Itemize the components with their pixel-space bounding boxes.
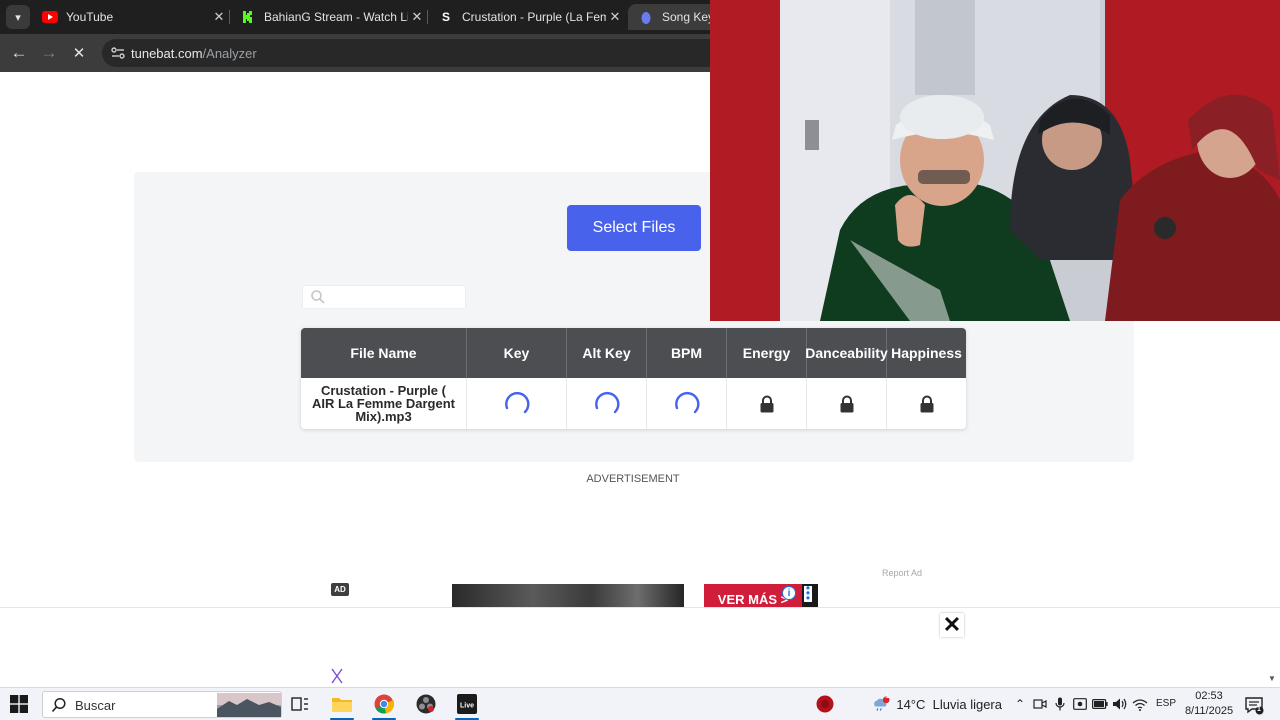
- forward-arrow-icon[interactable]: →: [38, 42, 60, 64]
- select-files-button[interactable]: Select Files: [567, 205, 701, 251]
- search-highlight-image: [217, 693, 281, 717]
- weather-widget[interactable]: 1 14°C Lluvia ligera: [872, 691, 1002, 715]
- tab-title: BahianG Stream - Watch Live on: [264, 10, 408, 24]
- loading-spinner-icon: [674, 391, 699, 413]
- analysis-table: File Name Key Alt Key BPM Energy Danceab…: [301, 328, 966, 429]
- danceability-cell: [807, 378, 887, 429]
- file-name-cell: Crustation - Purple ( AIR La Femme Darge…: [301, 378, 467, 429]
- lock-icon[interactable]: [919, 395, 935, 413]
- webcam-overlay: [710, 0, 1280, 321]
- weather-text: 14°C Lluvia ligera: [896, 696, 1002, 712]
- chrome-icon[interactable]: [373, 693, 395, 715]
- ad-info-icon[interactable]: i: [782, 586, 796, 600]
- windows-taskbar: Buscar Live 1 14°C Lluvia ligera ⌃ ESP 0…: [0, 687, 1280, 720]
- url-host: tunebat.com: [131, 46, 203, 61]
- file-explorer-icon[interactable]: [331, 693, 353, 715]
- column-header-alt-key[interactable]: Alt Key: [567, 328, 647, 378]
- column-header-file-name[interactable]: File Name: [301, 328, 467, 378]
- system-clock[interactable]: 02:53 8/11/2025: [1182, 689, 1236, 719]
- ableton-live-icon[interactable]: Live: [456, 693, 478, 715]
- youtube-icon: [42, 9, 58, 25]
- ad-banner[interactable]: VER MÁS > i • • •: [452, 584, 818, 608]
- lock-icon[interactable]: [839, 395, 855, 413]
- advertisement-label: ADVERTISEMENT: [586, 473, 680, 485]
- scroll-down-arrow-icon[interactable]: ▼: [1268, 674, 1276, 683]
- input-language[interactable]: ESP: [1156, 698, 1176, 709]
- volume-icon[interactable]: [1112, 696, 1128, 712]
- notification-center-icon[interactable]: 1: [1244, 695, 1264, 715]
- meet-now-icon[interactable]: [1032, 696, 1048, 712]
- tab-title: YouTube: [66, 10, 114, 24]
- url-path: /Analyzer: [202, 46, 257, 61]
- back-arrow-icon[interactable]: ←: [8, 42, 30, 64]
- task-view-icon[interactable]: [289, 693, 311, 715]
- webcam-image: [710, 0, 1280, 321]
- energy-cell: [727, 378, 807, 429]
- close-tab-icon[interactable]: ✕: [606, 9, 624, 25]
- ad-image: [452, 584, 684, 608]
- search-icon: [311, 290, 325, 304]
- weather-alert-count: 1: [885, 691, 890, 700]
- column-header-danceability[interactable]: Danceability: [805, 328, 888, 378]
- screen-capture-icon[interactable]: [1072, 696, 1088, 712]
- battery-icon[interactable]: [1092, 696, 1108, 712]
- clock-date: 8/11/2025: [1184, 705, 1234, 717]
- column-header-bpm[interactable]: BPM: [647, 328, 727, 378]
- close-tab-icon[interactable]: ✕: [408, 9, 426, 25]
- happiness-cell: [887, 378, 966, 429]
- obs-icon[interactable]: [415, 693, 437, 715]
- file-search-input[interactable]: [302, 285, 466, 309]
- ad-gap: [684, 584, 704, 608]
- key-cell: [467, 378, 567, 429]
- site-settings-icon[interactable]: [110, 45, 126, 61]
- taskbar-search-box[interactable]: Buscar: [42, 691, 282, 718]
- report-ad-link[interactable]: Report Ad: [882, 568, 922, 578]
- notification-count: 1: [1257, 706, 1261, 713]
- alt-key-cell: [567, 378, 647, 429]
- windows-start-icon[interactable]: [10, 695, 28, 713]
- ad-badge: AD: [331, 583, 349, 596]
- column-header-key[interactable]: Key: [467, 328, 567, 378]
- show-hidden-icons-icon[interactable]: ⌃: [1012, 696, 1028, 712]
- wifi-icon[interactable]: [1132, 696, 1148, 712]
- column-header-happiness[interactable]: Happiness: [887, 328, 966, 378]
- stop-loading-icon[interactable]: ✕: [68, 42, 90, 64]
- microphone-icon[interactable]: [1052, 696, 1068, 712]
- recording-app-icon[interactable]: [814, 693, 836, 715]
- lock-icon[interactable]: [759, 395, 775, 413]
- url-text: tunebat.com/Analyzer: [131, 46, 257, 61]
- tab-title: Crustation - Purple (La Femme D: [462, 10, 606, 24]
- screen: ▾ YouTube ✕ BahianG Stream - Watch Live …: [0, 0, 1280, 720]
- tab-search-chevron-icon[interactable]: ▾: [6, 5, 30, 29]
- songbpm-icon: S: [441, 10, 450, 24]
- tab-kick[interactable]: BahianG Stream - Watch Live on ✕: [230, 4, 426, 30]
- clock-time: 02:53: [1195, 690, 1223, 702]
- search-icon: [51, 697, 66, 713]
- bpm-cell: [647, 378, 727, 429]
- tab-crustation[interactable]: S Crustation - Purple (La Femme D ✕: [428, 4, 624, 30]
- sticky-ad-container: ✕ ▼: [0, 607, 1280, 687]
- svg-text:Live: Live: [460, 703, 474, 710]
- close-ad-icon[interactable]: ✕: [940, 612, 964, 637]
- close-tab-icon[interactable]: ✕: [210, 9, 228, 25]
- adchoices-x-icon[interactable]: [330, 668, 344, 684]
- column-header-energy[interactable]: Energy: [727, 328, 807, 378]
- table-header: File Name Key Alt Key BPM Energy Danceab…: [301, 328, 966, 378]
- taskbar-search-placeholder: Buscar: [75, 698, 116, 713]
- loading-spinner-icon: [594, 391, 619, 413]
- kick-icon: [240, 9, 256, 25]
- tunebat-icon: [638, 9, 654, 25]
- tab-youtube[interactable]: YouTube ✕: [32, 4, 228, 30]
- loading-spinner-icon: [504, 391, 529, 413]
- ad-menu-icon[interactable]: • • •: [804, 584, 812, 604]
